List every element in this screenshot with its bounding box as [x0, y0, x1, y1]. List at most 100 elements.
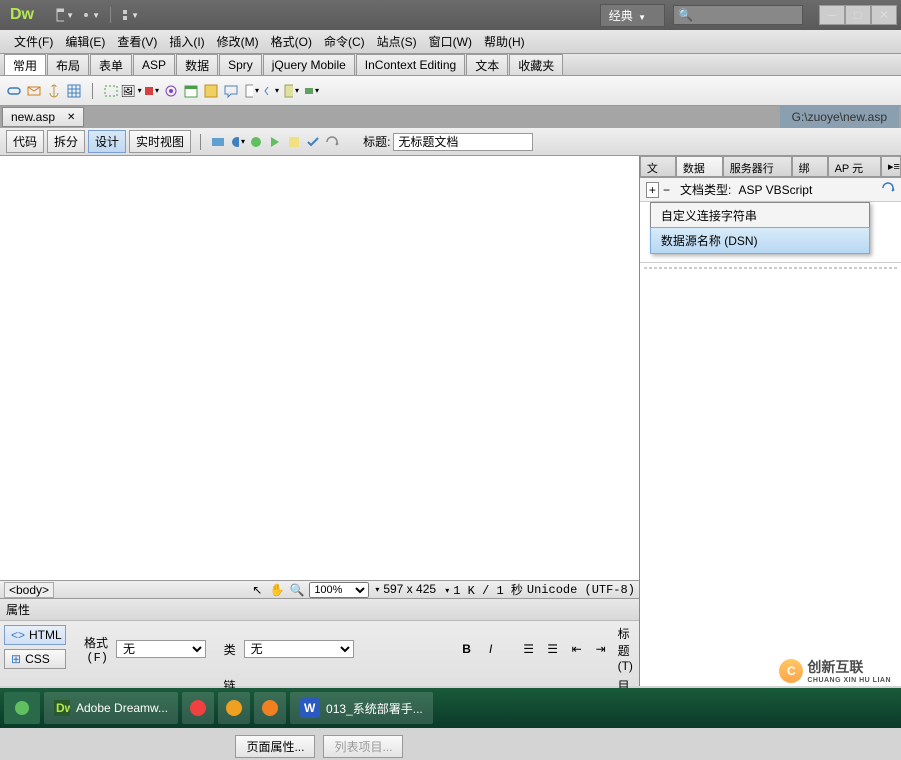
- div-icon[interactable]: [103, 83, 119, 99]
- bold-button[interactable]: B: [458, 640, 476, 658]
- tab-text[interactable]: 文本: [466, 54, 508, 75]
- outdent-button[interactable]: ⇤: [568, 640, 586, 658]
- maximize-button[interactable]: □: [845, 5, 871, 25]
- panel-tab-ap-elements[interactable]: AP 元素: [828, 156, 881, 177]
- tab-favorites[interactable]: 收藏夹: [509, 54, 563, 75]
- task-dreamweaver[interactable]: Dw Adobe Dreamw...: [44, 692, 178, 724]
- task-app2[interactable]: [218, 692, 250, 724]
- indent-button[interactable]: ⇥: [592, 640, 610, 658]
- menu-format[interactable]: 格式(O): [265, 31, 318, 52]
- right-panels: 文件 数据库 服务器行为 绑定 AP 元素 ▸≡ + − 文档类型: ASP V…: [640, 156, 901, 686]
- preview-icon[interactable]: [267, 134, 283, 150]
- panel-tab-bindings[interactable]: 绑定: [792, 156, 828, 177]
- refresh-icon[interactable]: [881, 181, 895, 198]
- properties-title[interactable]: 属性: [0, 599, 639, 621]
- live-code-icon[interactable]: [210, 134, 226, 150]
- database-header: + − 文档类型: ASP VBScript: [640, 178, 901, 202]
- task-qq[interactable]: [182, 692, 214, 724]
- format-select[interactable]: 无: [116, 640, 206, 658]
- workspace-selector[interactable]: 经典 ▼: [600, 4, 665, 27]
- html-mode-button[interactable]: <>HTML: [4, 625, 66, 645]
- inspect-icon[interactable]: ▾: [229, 134, 245, 150]
- table-icon[interactable]: [66, 83, 82, 99]
- live-view-button[interactable]: 实时视图: [129, 130, 191, 153]
- file-mgmt-icon[interactable]: [286, 134, 302, 150]
- comment-icon[interactable]: [223, 83, 239, 99]
- database-panel-body: + − 文档类型: ASP VBScript 自定义连接字符串 数据源名称 (D…: [640, 178, 901, 686]
- server-debug-icon[interactable]: [248, 134, 264, 150]
- panel-tab-files[interactable]: 文件: [640, 156, 676, 177]
- site-icon[interactable]: ▼: [121, 6, 139, 24]
- italic-button[interactable]: I: [482, 640, 500, 658]
- menu-commands[interactable]: 命令(C): [318, 31, 371, 52]
- close-tab-icon[interactable]: ✕: [67, 112, 75, 123]
- title-input[interactable]: [393, 133, 533, 151]
- properties-panel: 属性 <>HTML ⊞CSS 格式(F) 无 类 无 B I ☰ ☰: [0, 598, 639, 686]
- layout-icon[interactable]: ▼: [56, 6, 74, 24]
- menu-window[interactable]: 窗口(W): [423, 31, 478, 52]
- menu-custom-connection-string[interactable]: 自定义连接字符串: [651, 203, 869, 228]
- tab-asp[interactable]: ASP: [133, 54, 175, 75]
- tab-jquery[interactable]: jQuery Mobile: [263, 54, 355, 75]
- dreamweaver-logo: Dw: [4, 4, 40, 26]
- task-app3[interactable]: [254, 692, 286, 724]
- menu-view[interactable]: 查看(V): [111, 31, 163, 52]
- image-icon[interactable]: 🖼▾: [123, 83, 139, 99]
- tab-ice[interactable]: InContext Editing: [356, 54, 465, 75]
- minimize-button[interactable]: ─: [819, 5, 845, 25]
- menu-help[interactable]: 帮助(H): [478, 31, 531, 52]
- css-mode-button[interactable]: ⊞CSS: [4, 649, 66, 669]
- tab-common[interactable]: 常用: [4, 54, 46, 75]
- ul-button[interactable]: ☰: [520, 640, 538, 658]
- panel-tab-database[interactable]: 数据库: [676, 156, 723, 177]
- menu-insert[interactable]: 插入(I): [163, 31, 210, 52]
- email-link-icon[interactable]: [26, 83, 42, 99]
- page-properties-button[interactable]: 页面属性...: [235, 735, 315, 758]
- media-icon[interactable]: ▾: [143, 83, 159, 99]
- tab-spry[interactable]: Spry: [219, 54, 262, 75]
- search-box[interactable]: 🔍: [673, 5, 803, 25]
- template-icon[interactable]: ▾: [283, 83, 299, 99]
- menu-dsn[interactable]: 数据源名称 (DSN): [650, 227, 870, 254]
- ol-button[interactable]: ☰: [544, 640, 562, 658]
- refresh-icon[interactable]: [324, 134, 340, 150]
- tag-chooser-icon[interactable]: ▾: [303, 83, 319, 99]
- widget-icon[interactable]: [163, 83, 179, 99]
- menu-edit[interactable]: 编辑(E): [59, 31, 111, 52]
- class-select[interactable]: 无: [244, 640, 354, 658]
- hand-tool-icon[interactable]: ✋: [269, 582, 285, 598]
- document-tab-newasp[interactable]: new.asp ✕: [2, 107, 84, 127]
- close-button[interactable]: ✕: [871, 5, 897, 25]
- title-bar: Dw ▼ ▼ ▼ 经典 ▼ 🔍 ─ □ ✕: [0, 0, 901, 30]
- split-view-button[interactable]: 拆分: [47, 130, 85, 153]
- search-input[interactable]: [693, 8, 798, 22]
- menu-file[interactable]: 文件(F): [8, 31, 59, 52]
- svg-text:Dw: Dw: [56, 701, 70, 715]
- panel-tab-server-behaviors[interactable]: 服务器行为: [723, 156, 792, 177]
- menu-site[interactable]: 站点(S): [371, 31, 423, 52]
- zoom-tool-icon[interactable]: 🔍: [289, 582, 305, 598]
- task-word[interactable]: W 013_系统部署手...: [290, 692, 433, 724]
- design-canvas[interactable]: [0, 156, 639, 580]
- anchor-icon[interactable]: [46, 83, 62, 99]
- add-connection-button[interactable]: +: [646, 182, 659, 198]
- menu-modify[interactable]: 修改(M): [211, 31, 265, 52]
- tab-layout[interactable]: 布局: [47, 54, 89, 75]
- script-icon[interactable]: ▾: [263, 83, 279, 99]
- remove-connection-button[interactable]: −: [659, 183, 674, 197]
- extension-icon[interactable]: ▼: [82, 6, 100, 24]
- date-icon[interactable]: [183, 83, 199, 99]
- hyperlink-icon[interactable]: [6, 83, 22, 99]
- design-view-button[interactable]: 设计: [88, 130, 126, 153]
- head-icon[interactable]: ▾: [243, 83, 259, 99]
- code-view-button[interactable]: 代码: [6, 130, 44, 153]
- body-tag[interactable]: <body>: [4, 582, 54, 598]
- start-button[interactable]: [4, 692, 40, 724]
- server-include-icon[interactable]: [203, 83, 219, 99]
- tab-forms[interactable]: 表单: [90, 54, 132, 75]
- zoom-select[interactable]: 100%: [309, 582, 369, 598]
- tab-data[interactable]: 数据: [176, 54, 218, 75]
- validate-icon[interactable]: [305, 134, 321, 150]
- panel-menu-icon[interactable]: ▸≡: [881, 156, 901, 177]
- pointer-tool-icon[interactable]: ↖: [249, 582, 265, 598]
